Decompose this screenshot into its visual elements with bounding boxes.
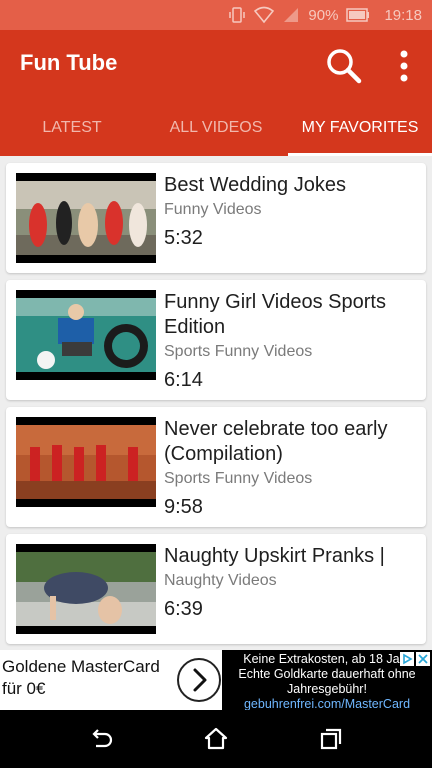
- video-title: Best Wedding Jokes: [164, 174, 346, 196]
- tab-my-favorites[interactable]: MY FAVORITES: [288, 102, 432, 156]
- video-category: Funny Videos: [164, 201, 262, 218]
- thumbnail-image: [16, 425, 156, 499]
- close-icon[interactable]: [416, 652, 430, 666]
- video-category: Sports Funny Videos: [164, 343, 313, 360]
- thumbnail-image: [16, 181, 156, 255]
- vibrate-icon: [229, 7, 246, 23]
- thumbnail-image: [16, 552, 156, 626]
- video-card[interactable]: Funny Girl Videos Sports Edition Sports …: [6, 280, 426, 400]
- video-list: Best Wedding Jokes Funny Videos 5:32 Fun…: [0, 156, 432, 648]
- ad-text-line2: Echte Goldkarte dauerhaft ohne: [238, 667, 416, 681]
- adchoices[interactable]: [400, 652, 430, 666]
- app-bar: Fun Tube LATEST ALL VIDEOS MY FAVORITES: [0, 30, 432, 156]
- video-category: Sports Funny Videos: [164, 470, 313, 487]
- video-thumbnail[interactable]: [16, 290, 156, 380]
- video-title: Naughty Upskirt Pranks |: [164, 545, 385, 567]
- tab-bar: LATEST ALL VIDEOS MY FAVORITES: [0, 102, 432, 156]
- video-thumbnail[interactable]: [16, 544, 156, 634]
- video-card[interactable]: Naughty Upskirt Pranks | Naughty Videos …: [6, 534, 426, 644]
- wifi-icon: [254, 6, 275, 24]
- video-title: Funny Girl Videos Sports Edition: [164, 291, 386, 338]
- video-duration: 6:14: [164, 369, 203, 391]
- signal-icon: [284, 8, 299, 22]
- battery-icon: [346, 8, 370, 22]
- video-thumbnail[interactable]: [16, 417, 156, 507]
- home-icon[interactable]: [203, 726, 229, 752]
- tab-all-videos[interactable]: ALL VIDEOS: [144, 102, 288, 156]
- video-card[interactable]: Best Wedding Jokes Funny Videos 5:32: [6, 163, 426, 273]
- status-bar: 90% 19:18: [0, 0, 432, 30]
- more-options-icon[interactable]: [392, 46, 416, 86]
- battery-percent: 90%: [308, 6, 339, 24]
- video-card[interactable]: Never celebrate too early (Compilation) …: [6, 407, 426, 527]
- ad-headline-line1: Goldene MasterCard: [2, 657, 160, 676]
- system-nav-bar: [0, 710, 432, 768]
- video-duration: 5:32: [164, 227, 203, 249]
- ad-headline: Goldene MasterCard für 0€: [2, 656, 178, 700]
- ad-headline-line2: für 0€: [2, 679, 46, 698]
- app-title: Fun Tube: [20, 50, 118, 75]
- thumbnail-image: [16, 298, 156, 372]
- ad-banner[interactable]: Goldene MasterCard für 0€ Keine Extrakos…: [0, 650, 432, 711]
- video-duration: 9:58: [164, 496, 203, 518]
- recent-apps-icon[interactable]: [318, 726, 344, 752]
- tab-latest[interactable]: LATEST: [0, 102, 144, 156]
- video-thumbnail[interactable]: [16, 173, 156, 263]
- video-duration: 6:39: [164, 598, 203, 620]
- chevron-right-icon[interactable]: [176, 657, 222, 703]
- video-category: Naughty Videos: [164, 572, 277, 589]
- back-icon[interactable]: [88, 726, 114, 752]
- search-icon[interactable]: [324, 46, 364, 86]
- video-title: Never celebrate too early (Compilation): [164, 418, 388, 465]
- clock: 19:18: [384, 6, 422, 24]
- ad-text-line3: Jahresgebühr!: [287, 682, 367, 696]
- adchoices-icon[interactable]: [400, 652, 414, 666]
